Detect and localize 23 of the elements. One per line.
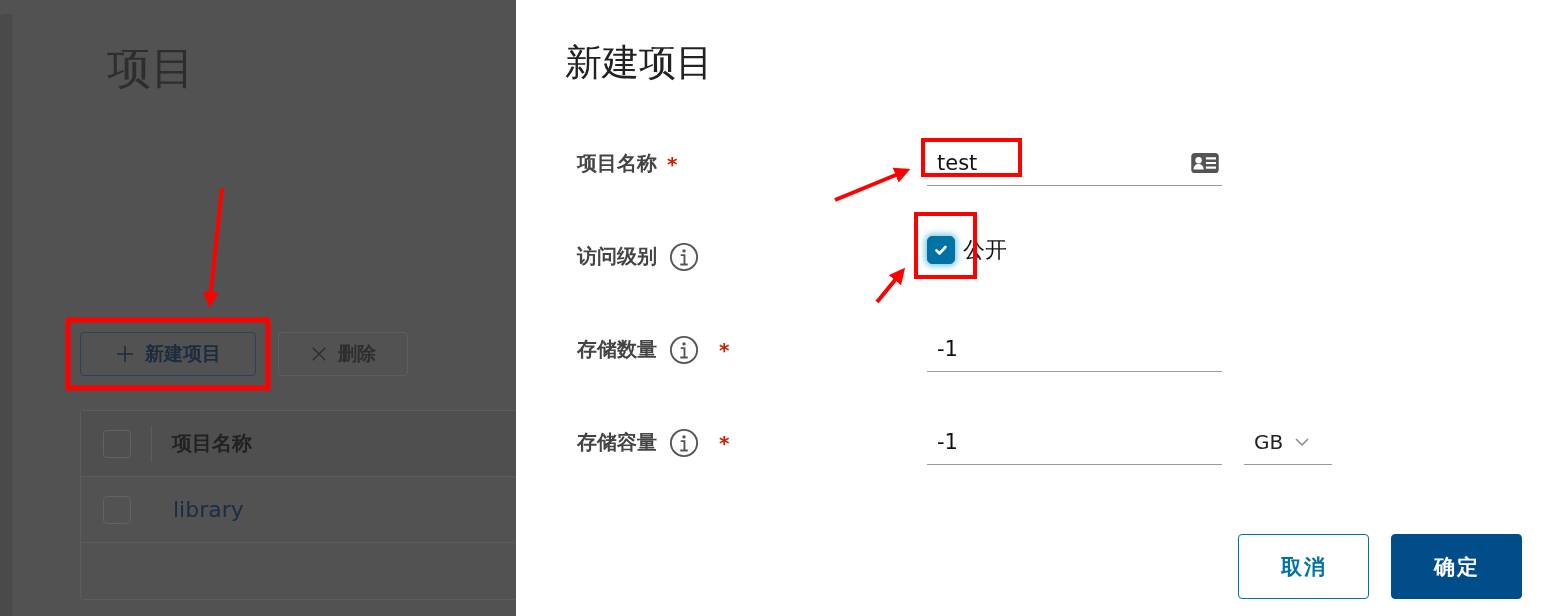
info-icon[interactable] — [669, 427, 699, 458]
input-field[interactable]: -1 — [927, 327, 1222, 372]
chevron-down-icon — [1295, 437, 1310, 447]
confirm-button[interactable]: 确定 — [1391, 534, 1522, 599]
required-mark: * — [719, 337, 730, 362]
info-icon[interactable] — [669, 334, 699, 365]
cancel-button[interactable]: 取消 — [1238, 534, 1369, 599]
input-field[interactable]: -1 — [927, 420, 1222, 465]
field-label: 存储数量 — [577, 336, 657, 363]
annotation-arrow — [875, 267, 906, 304]
input-field[interactable]: test — [927, 141, 1222, 186]
field-label: 项目名称 — [577, 150, 657, 177]
plus-icon — [115, 344, 135, 364]
required-mark: * — [719, 430, 730, 455]
info-icon[interactable] — [669, 241, 699, 272]
unit-select[interactable]: GB — [1244, 420, 1332, 465]
required-mark: * — [667, 151, 678, 176]
field-label: 存储容量 — [577, 429, 657, 456]
dialog-title: 新建项目 — [565, 40, 714, 86]
close-icon — [310, 345, 328, 363]
id-card-icon — [1190, 152, 1220, 174]
checkbox[interactable] — [927, 235, 955, 264]
field-label: 访问级别 — [577, 243, 657, 270]
